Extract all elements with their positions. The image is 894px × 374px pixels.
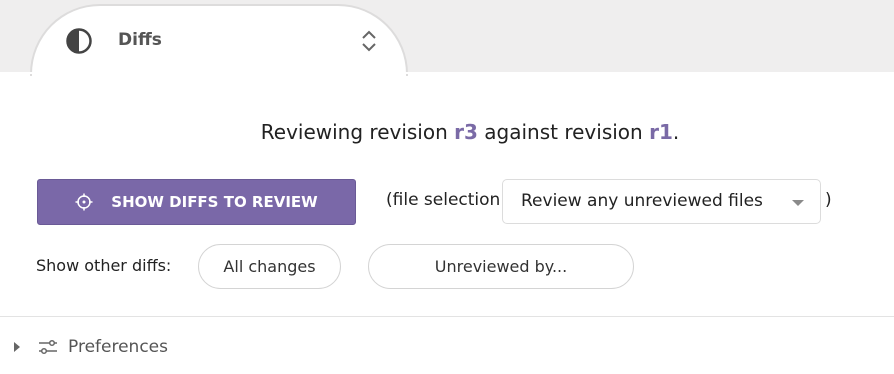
- diffs-panel: Diffs Reviewing revision r3 against revi…: [0, 0, 894, 374]
- caret-down-icon: [792, 200, 804, 206]
- file-selection-label: (file selection:: [386, 190, 507, 210]
- caret-right-icon: [14, 342, 20, 352]
- revision-link[interactable]: r3: [454, 120, 478, 144]
- all-changes-label: All changes: [223, 257, 316, 276]
- other-diffs-label: Show other diffs:: [36, 256, 172, 275]
- preferences-label: Preferences: [68, 337, 168, 357]
- show-diffs-to-review-button[interactable]: SHOW DIFFS TO REVIEW: [37, 179, 356, 225]
- preferences-toggle[interactable]: Preferences: [14, 333, 168, 361]
- heading-middle: against revision: [477, 120, 650, 144]
- unfold-chevrons-icon[interactable]: [359, 29, 379, 53]
- crosshair-icon: [75, 193, 93, 211]
- tab-label: Diffs: [118, 30, 162, 50]
- review-heading: Reviewing revision r3 against revision r…: [0, 120, 894, 144]
- contrast-icon: [66, 28, 92, 54]
- sliders-icon: [39, 339, 57, 355]
- file-selection-value: Review any unreviewed files: [521, 191, 763, 211]
- unreviewed-by-label: Unreviewed by...: [434, 257, 568, 276]
- file-selection-close-paren: ): [825, 190, 832, 210]
- divider: [0, 316, 894, 317]
- review-button-label: SHOW DIFFS TO REVIEW: [111, 193, 318, 211]
- heading-suffix: .: [672, 120, 680, 144]
- heading-prefix: Reviewing revision: [260, 120, 455, 144]
- tab-strip-cover: [0, 72, 894, 74]
- unreviewed-by-button[interactable]: Unreviewed by...: [368, 244, 634, 289]
- all-changes-button[interactable]: All changes: [198, 244, 341, 289]
- base-revision-link[interactable]: r1: [649, 120, 673, 144]
- file-selection-dropdown[interactable]: Review any unreviewed files: [502, 179, 821, 224]
